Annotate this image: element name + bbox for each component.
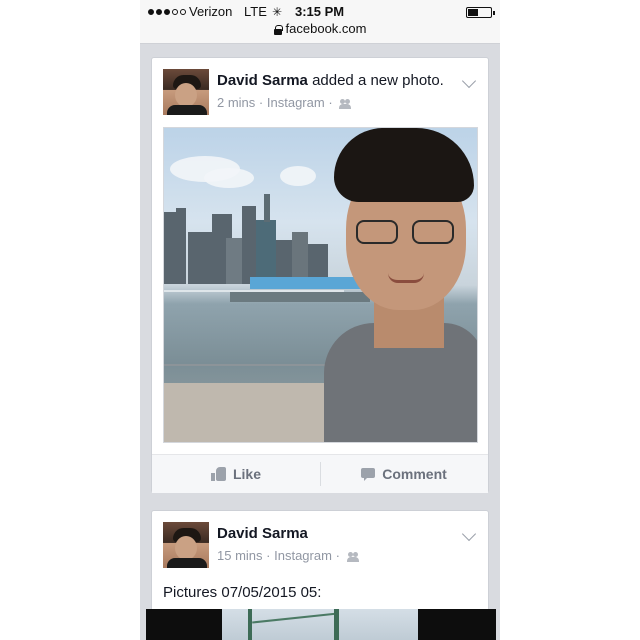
- like-label: Like: [232, 466, 261, 482]
- author-name[interactable]: David Sarma: [217, 72, 308, 89]
- battery-icon: [466, 7, 495, 18]
- feed-post: David Sarma added a new photo. 2 mins · …: [151, 57, 489, 493]
- like-button[interactable]: Like: [152, 455, 320, 493]
- post-header: David Sarma added a new photo.: [217, 72, 444, 89]
- feed-post: David Sarma 15 mins · Instagram · Pictur…: [146, 510, 496, 640]
- status-line: Verizon LTE ✳ 3:15 PM: [140, 4, 500, 20]
- thumbs-up-icon: [210, 467, 226, 481]
- meta-separator: ·: [335, 548, 340, 563]
- comment-button[interactable]: Comment: [320, 455, 488, 493]
- avatar[interactable]: [163, 522, 209, 568]
- url-text: facebook.com: [285, 21, 367, 36]
- post-photo[interactable]: [163, 127, 478, 443]
- post-action-text: added a new photo.: [312, 72, 444, 89]
- chevron-down-icon[interactable]: [461, 73, 477, 89]
- post-meta: 15 mins · Instagram ·: [217, 548, 359, 563]
- comment-label: Comment: [382, 466, 447, 482]
- status-bar: Verizon LTE ✳ 3:15 PM facebook.com: [140, 0, 500, 44]
- network-type: LTE: [244, 4, 267, 19]
- clock: 3:15 PM: [295, 4, 345, 19]
- post-time[interactable]: 2 mins: [217, 95, 255, 110]
- meta-separator: ·: [328, 95, 333, 110]
- address-bar[interactable]: facebook.com: [140, 21, 500, 36]
- post-header: David Sarma: [217, 525, 308, 542]
- phone-screen: Verizon LTE ✳ 3:15 PM facebook.com David…: [140, 0, 500, 640]
- post-photo[interactable]: [146, 609, 496, 640]
- post-time[interactable]: 15 mins: [217, 548, 263, 563]
- carrier-name: Verizon: [189, 4, 233, 19]
- author-name[interactable]: David Sarma: [217, 525, 308, 542]
- meta-separator: ·: [266, 548, 271, 563]
- meta-separator: ·: [258, 95, 264, 110]
- post-caption: Pictures 07/05/2015 05:: [163, 584, 322, 601]
- post-actions: Like Comment: [152, 455, 488, 493]
- comment-bubble-icon: [361, 467, 376, 481]
- activity-spinner-icon: ✳: [272, 5, 283, 19]
- post-source[interactable]: Instagram: [267, 95, 325, 110]
- friends-icon: [339, 98, 352, 109]
- battery-level: [468, 9, 478, 16]
- signal-strength-icon: [148, 9, 186, 15]
- person-selfie: [324, 128, 477, 442]
- post-meta: 2 mins · Instagram ·: [217, 95, 352, 110]
- friends-icon: [346, 551, 359, 562]
- avatar[interactable]: [163, 69, 209, 115]
- lock-icon: [273, 25, 283, 35]
- post-source[interactable]: Instagram: [274, 548, 332, 563]
- chevron-down-icon[interactable]: [461, 526, 477, 542]
